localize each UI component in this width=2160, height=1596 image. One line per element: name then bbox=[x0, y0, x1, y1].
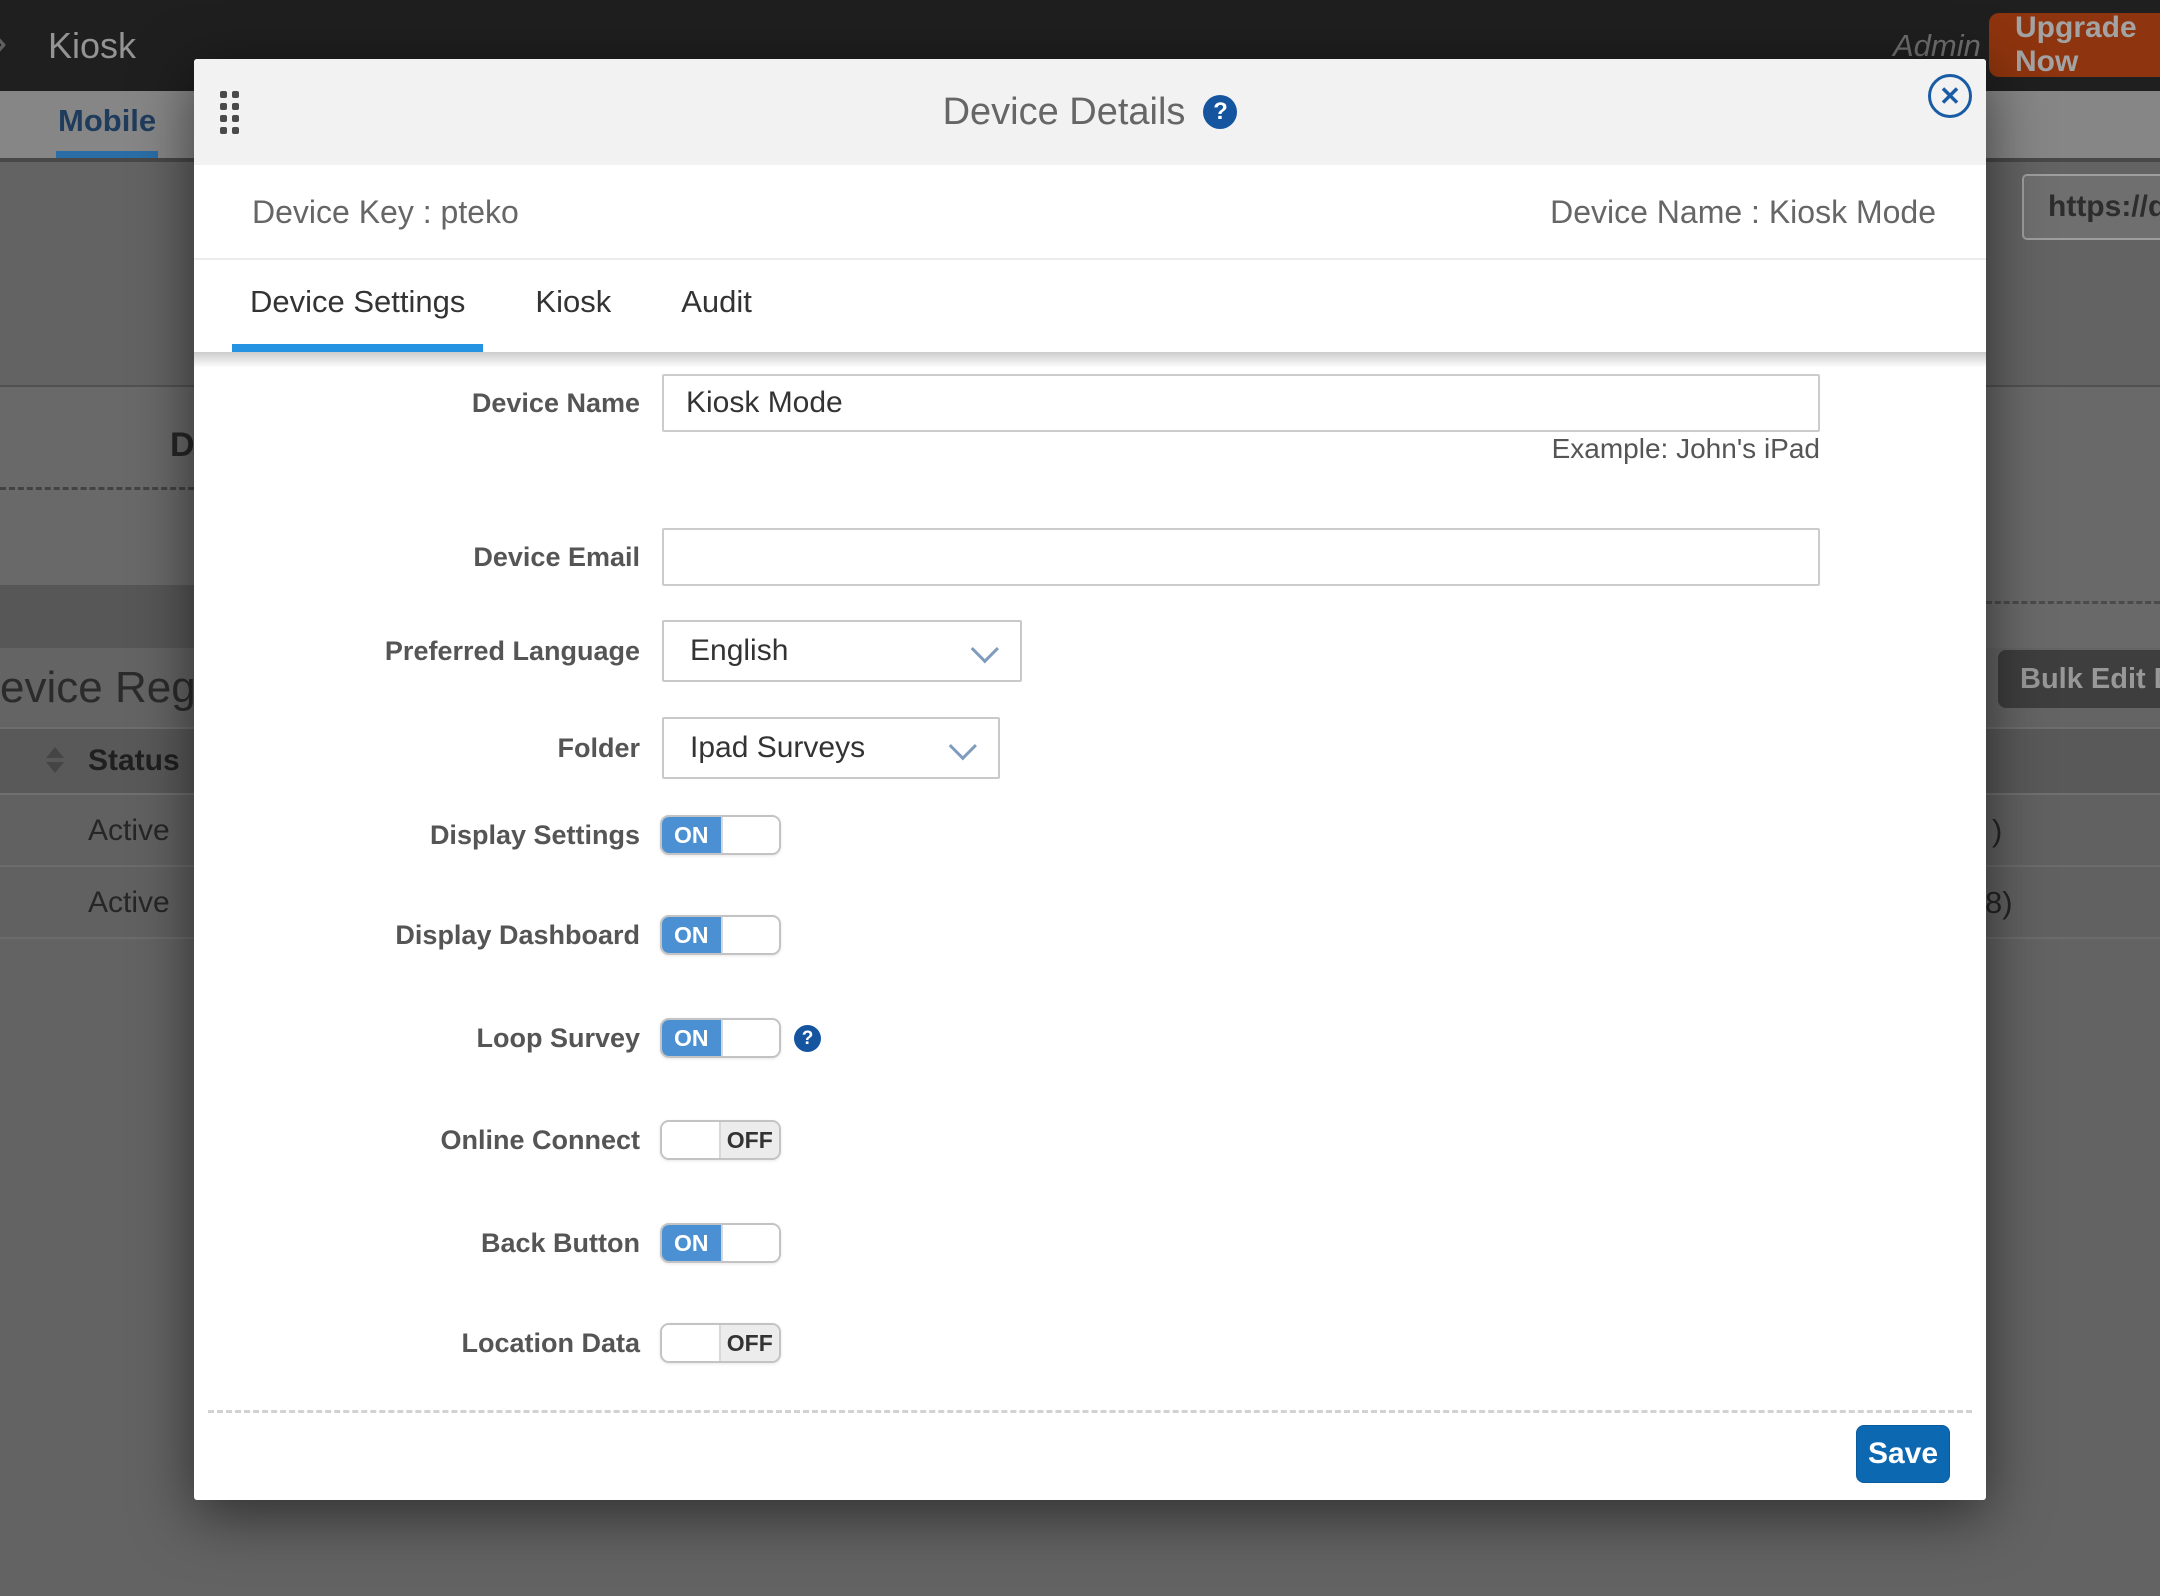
tab-kiosk[interactable]: Kiosk bbox=[517, 260, 629, 352]
preferred-language-select[interactable]: English bbox=[662, 620, 1022, 682]
display-dashboard-toggle[interactable]: ON bbox=[660, 915, 781, 955]
device-name-label: Device Name bbox=[194, 374, 640, 432]
url-field[interactable]: https://qa. bbox=[2022, 174, 2160, 240]
row-fragment: ) bbox=[1992, 795, 2002, 867]
device-name-text: Device Name : Kiosk Mode bbox=[1550, 165, 1936, 260]
location-data-label: Location Data bbox=[194, 1323, 640, 1363]
modal-subheader: Device Key : pteko Device Name : Kiosk M… bbox=[194, 165, 1986, 260]
toggle-knob bbox=[662, 1325, 721, 1361]
folder-value: Ipad Surveys bbox=[690, 731, 865, 765]
sort-down-icon bbox=[46, 762, 64, 773]
modal-tabs: Device Settings Kiosk Audit bbox=[232, 260, 804, 352]
preferred-language-value: English bbox=[690, 634, 788, 668]
status-cell: Active bbox=[88, 795, 170, 867]
device-name-helper: Example: John's iPad bbox=[1552, 433, 1820, 465]
row-fragment: 8) bbox=[1985, 867, 2013, 939]
status-cell: Active bbox=[88, 867, 170, 939]
loop-survey-toggle[interactable]: ON bbox=[660, 1018, 781, 1058]
location-data-toggle[interactable]: OFF bbox=[660, 1323, 781, 1363]
loop-survey-label: Loop Survey bbox=[194, 1018, 640, 1058]
back-button-toggle[interactable]: ON bbox=[660, 1223, 781, 1263]
display-dashboard-label: Display Dashboard bbox=[194, 915, 640, 955]
divider bbox=[1986, 601, 2160, 604]
sort-arrows-icon[interactable] bbox=[46, 747, 64, 773]
loop-survey-help-icon[interactable]: ? bbox=[794, 1025, 821, 1052]
toggle-state: ON bbox=[662, 817, 721, 853]
sort-up-icon bbox=[46, 747, 64, 758]
toggle-state: OFF bbox=[721, 1325, 780, 1361]
help-icon[interactable]: ? bbox=[1203, 95, 1237, 129]
folder-select[interactable]: Ipad Surveys bbox=[662, 717, 1000, 779]
screen: › Kiosk Admin Upgrade Now Mobile D evice… bbox=[0, 0, 2160, 1596]
background-section bbox=[0, 585, 194, 648]
folder-label: Folder bbox=[194, 717, 640, 779]
display-settings-label: Display Settings bbox=[194, 815, 640, 855]
chevron-down-icon bbox=[971, 635, 999, 663]
close-icon[interactable]: ✕ bbox=[1928, 74, 1972, 118]
toggle-state: ON bbox=[662, 1225, 721, 1261]
online-connect-label: Online Connect bbox=[194, 1120, 640, 1160]
tab-device-settings[interactable]: Device Settings bbox=[232, 260, 483, 352]
modal-header: Device Details ? bbox=[194, 59, 1986, 165]
toggle-state: OFF bbox=[721, 1122, 780, 1158]
partial-label: D bbox=[170, 426, 195, 465]
modal-title: Device Details bbox=[943, 91, 1186, 134]
drag-handle-icon[interactable] bbox=[220, 91, 240, 135]
toggle-knob bbox=[721, 1225, 780, 1261]
tab-audit[interactable]: Audit bbox=[663, 260, 770, 352]
chevron-down-icon bbox=[949, 732, 977, 760]
toggle-knob bbox=[721, 817, 780, 853]
breadcrumb-chevron-icon: › bbox=[0, 14, 7, 68]
back-button-label: Back Button bbox=[194, 1223, 640, 1263]
toggle-knob bbox=[721, 917, 780, 953]
toggle-knob bbox=[721, 1020, 780, 1056]
device-key-text: Device Key : pteko bbox=[252, 165, 519, 260]
toggle-state: ON bbox=[662, 1020, 721, 1056]
tabbar-shadow bbox=[194, 352, 1986, 368]
tab-mobile[interactable]: Mobile bbox=[56, 91, 158, 158]
device-email-label: Device Email bbox=[194, 528, 640, 586]
preferred-language-label: Preferred Language bbox=[194, 620, 640, 682]
divider bbox=[0, 487, 194, 490]
device-details-modal: Device Details ? ✕ Device Key : pteko De… bbox=[194, 59, 1986, 1500]
device-name-input[interactable] bbox=[662, 374, 1820, 432]
save-button[interactable]: Save bbox=[1856, 1425, 1950, 1483]
online-connect-toggle[interactable]: OFF bbox=[660, 1120, 781, 1160]
status-column-header[interactable]: Status bbox=[88, 727, 180, 795]
bulk-edit-devices-button[interactable]: Bulk Edit Dev bbox=[1998, 650, 2160, 708]
display-settings-toggle[interactable]: ON bbox=[660, 815, 781, 855]
device-email-input[interactable] bbox=[662, 528, 1820, 586]
toggle-knob bbox=[662, 1122, 721, 1158]
upgrade-now-button[interactable]: Upgrade Now bbox=[1989, 13, 2160, 77]
page-title: Kiosk bbox=[48, 0, 136, 91]
footer-divider bbox=[208, 1410, 1972, 1413]
toggle-state: ON bbox=[662, 917, 721, 953]
